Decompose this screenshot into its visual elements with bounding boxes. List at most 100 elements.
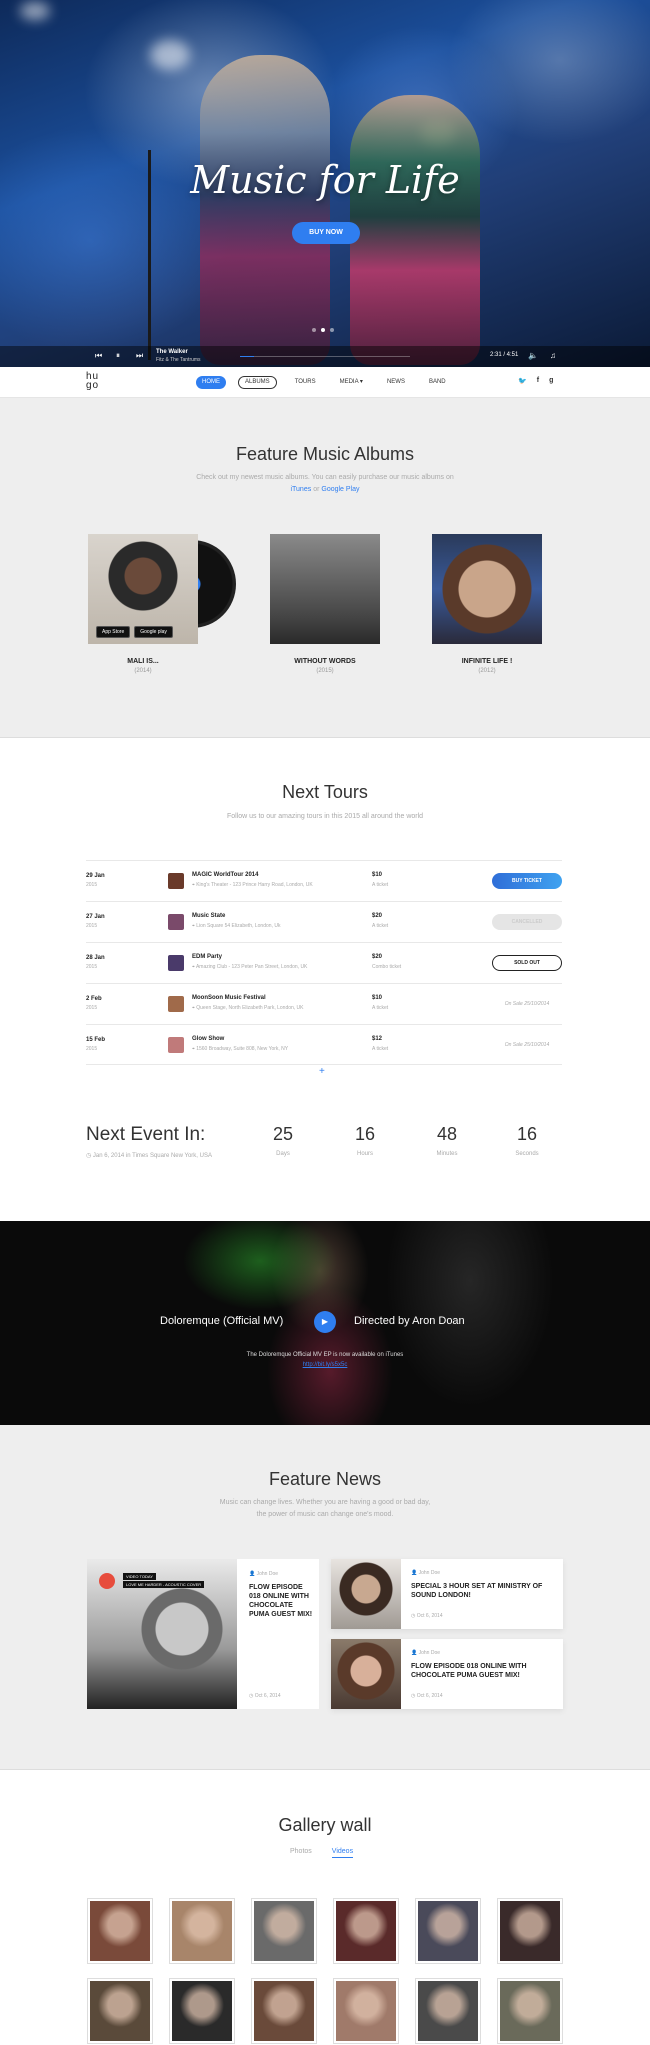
play-icon[interactable]: ▶ <box>314 1311 336 1333</box>
twitter-icon[interactable]: 🐦 <box>518 377 527 385</box>
record-icon[interactable] <box>99 1573 115 1589</box>
gallery-item[interactable] <box>169 1978 235 2044</box>
news-image[interactable] <box>331 1639 401 1709</box>
tour-name[interactable]: Glow Show <box>192 1036 224 1042</box>
nav-item-home[interactable]: HOME <box>196 376 226 389</box>
news-date-text: Oct 6, 2014 <box>254 1693 281 1699</box>
tour-venue-text: Amazing Club - 123 Peter Pan Street, Lon… <box>195 964 308 970</box>
section-subtitle: Music can change lives. Whether you are … <box>219 1499 431 1506</box>
news-image[interactable] <box>331 1559 401 1629</box>
playlist-icon[interactable]: ♫ <box>550 351 556 360</box>
itunes-link[interactable]: iTunes <box>290 486 311 493</box>
gallery-item[interactable] <box>415 1978 481 2044</box>
google-play-badge[interactable]: Google play <box>134 626 173 638</box>
tab-videos[interactable]: Videos <box>331 1848 354 1858</box>
news-card-featured[interactable]: VIDEO TODAY LOVE ME HARDER - ACOUSTIC CO… <box>87 1559 319 1709</box>
tour-year: 2015 <box>86 1005 98 1011</box>
gallery-tabs: Photos Videos <box>290 1848 354 1858</box>
stage-light <box>150 40 190 70</box>
stage-light <box>20 2 50 20</box>
video-director: Directed by Aron Doan <box>354 1315 465 1327</box>
tour-row: 2 Feb 2015 MoonSoon Music Festival ⌖ Que… <box>86 983 562 1024</box>
news-card[interactable]: 👤 John Doe FLOW EPISODE 018 ONLINE WITH … <box>331 1639 563 1709</box>
pause-icon[interactable]: ⏸ <box>116 351 120 361</box>
album-cover[interactable]: App Store Google play <box>88 534 198 644</box>
news-headline[interactable]: FLOW EPISODE 018 ONLINE WITH CHOCOLATE P… <box>411 1662 551 1680</box>
google-plus-icon[interactable]: g <box>549 377 553 385</box>
nav-item-tours[interactable]: TOURS <box>289 376 322 389</box>
gallery-thumbnail <box>172 1901 232 1961</box>
tour-date: 27 Jan <box>86 914 105 920</box>
tour-name[interactable]: MoonSoon Music Festival <box>192 995 266 1001</box>
video-tag: VIDEO TODAY <box>123 1573 156 1580</box>
tour-name[interactable]: MAGIC WorldTour 2014 <box>192 872 258 878</box>
tour-name[interactable]: Music State <box>192 913 225 919</box>
facebook-icon[interactable]: f <box>537 377 539 385</box>
video-link[interactable]: http://bit.ly/s5x5c <box>0 1362 650 1368</box>
news-headline[interactable]: SPECIAL 3 HOUR SET AT MINISTRY OF SOUND … <box>411 1582 551 1600</box>
track-artist: Fitz & The Tantrums <box>156 357 201 363</box>
album-card[interactable]: INFINITE LIFE ! (2012) <box>432 534 542 674</box>
gallery-item[interactable] <box>87 1898 153 1964</box>
section-title: Next Tours <box>282 782 368 802</box>
tab-photos[interactable]: Photos <box>290 1848 312 1858</box>
slider-dot[interactable] <box>330 328 334 332</box>
nav-item-albums[interactable]: ALBUMS <box>238 376 277 389</box>
tour-thumbnail <box>168 1037 184 1053</box>
gallery-item[interactable] <box>333 1978 399 2044</box>
nav-item-news[interactable]: NEWS <box>381 376 411 389</box>
gallery-item[interactable] <box>251 1978 317 2044</box>
section-subtitle: Follow us to our amazing tours in this 2… <box>226 813 424 820</box>
video-note: The Doloremque Official MV EP is now ava… <box>246 1352 404 1358</box>
chevron-down-icon: ▾ <box>358 379 363 385</box>
tour-thumbnail <box>168 996 184 1012</box>
nav-item-band[interactable]: BAND <box>423 376 452 389</box>
gallery-item[interactable] <box>497 1978 563 2044</box>
buy-ticket-button[interactable]: BUY TICKET <box>492 873 562 889</box>
gallery-item[interactable] <box>251 1898 317 1964</box>
app-store-badge[interactable]: App Store <box>96 626 131 638</box>
logo[interactable]: hu go <box>86 372 99 391</box>
section-subtitle: the power of music can change one's mood… <box>256 1511 394 1518</box>
news-card[interactable]: 👤 John Doe SPECIAL 3 HOUR SET AT MINISTR… <box>331 1559 563 1629</box>
album-card[interactable]: WITHOUT WORDS (2015) <box>270 534 380 674</box>
album-year: (2014) <box>134 668 152 674</box>
volume-icon[interactable]: 🔈 <box>528 351 538 360</box>
buy-now-button[interactable]: BUY NOW <box>292 222 360 244</box>
tour-venue-text: King's Theater - 123 Prince Harry Road, … <box>196 882 313 888</box>
countdown-days: 25 Days <box>253 1124 313 1157</box>
slider-dot[interactable] <box>312 328 316 332</box>
gallery-item[interactable] <box>415 1898 481 1964</box>
gallery-item[interactable] <box>87 1978 153 2044</box>
tour-name[interactable]: EDM Party <box>192 954 222 960</box>
gallery-item[interactable] <box>497 1898 563 1964</box>
tour-date: 15 Feb <box>86 1037 106 1043</box>
gallery-thumbnail <box>254 1981 314 2041</box>
tour-thumbnail <box>168 914 184 930</box>
album-card[interactable]: App Store Google play MALI IS... (2014) <box>88 534 198 674</box>
album-year: (2012) <box>478 668 496 674</box>
news-image[interactable]: VIDEO TODAY LOVE ME HARDER - ACOUSTIC CO… <box>87 1559 237 1709</box>
track-title: The Walker <box>156 349 188 355</box>
tour-row: 29 Jan 2015 MAGIC WorldTour 2014 ⌖ King'… <box>86 860 562 901</box>
sold-out-button: SOLD OUT <box>492 955 562 971</box>
progress-bar[interactable] <box>240 356 410 357</box>
nav-item-media[interactable]: MEDIA ▾ <box>334 376 369 389</box>
countdown-value: 48 <box>436 1124 458 1144</box>
countdown-value: 16 <box>354 1124 376 1144</box>
news-date: ◷ Oct 6, 2014 <box>411 1613 443 1619</box>
slider-dot[interactable] <box>321 328 325 332</box>
load-more-icon[interactable]: + <box>319 1066 325 1077</box>
album-cover[interactable] <box>432 534 542 644</box>
video-caption: LOVE ME HARDER - ACOUSTIC COVER <box>123 1581 205 1588</box>
news-headline[interactable]: FLOW EPISODE 018 ONLINE WITH CHOCOLATE P… <box>249 1583 313 1619</box>
album-cover[interactable] <box>270 534 380 644</box>
gallery-item[interactable] <box>333 1898 399 1964</box>
countdown-label: Minutes <box>436 1151 458 1157</box>
next-icon[interactable]: ⏭ <box>136 351 143 361</box>
gallery-item[interactable] <box>169 1898 235 1964</box>
gallery-thumbnail <box>418 1981 478 2041</box>
google-play-link[interactable]: Google Play <box>321 486 359 493</box>
previous-icon[interactable]: ⏮ <box>95 351 102 361</box>
tour-price: $20 <box>372 913 383 919</box>
